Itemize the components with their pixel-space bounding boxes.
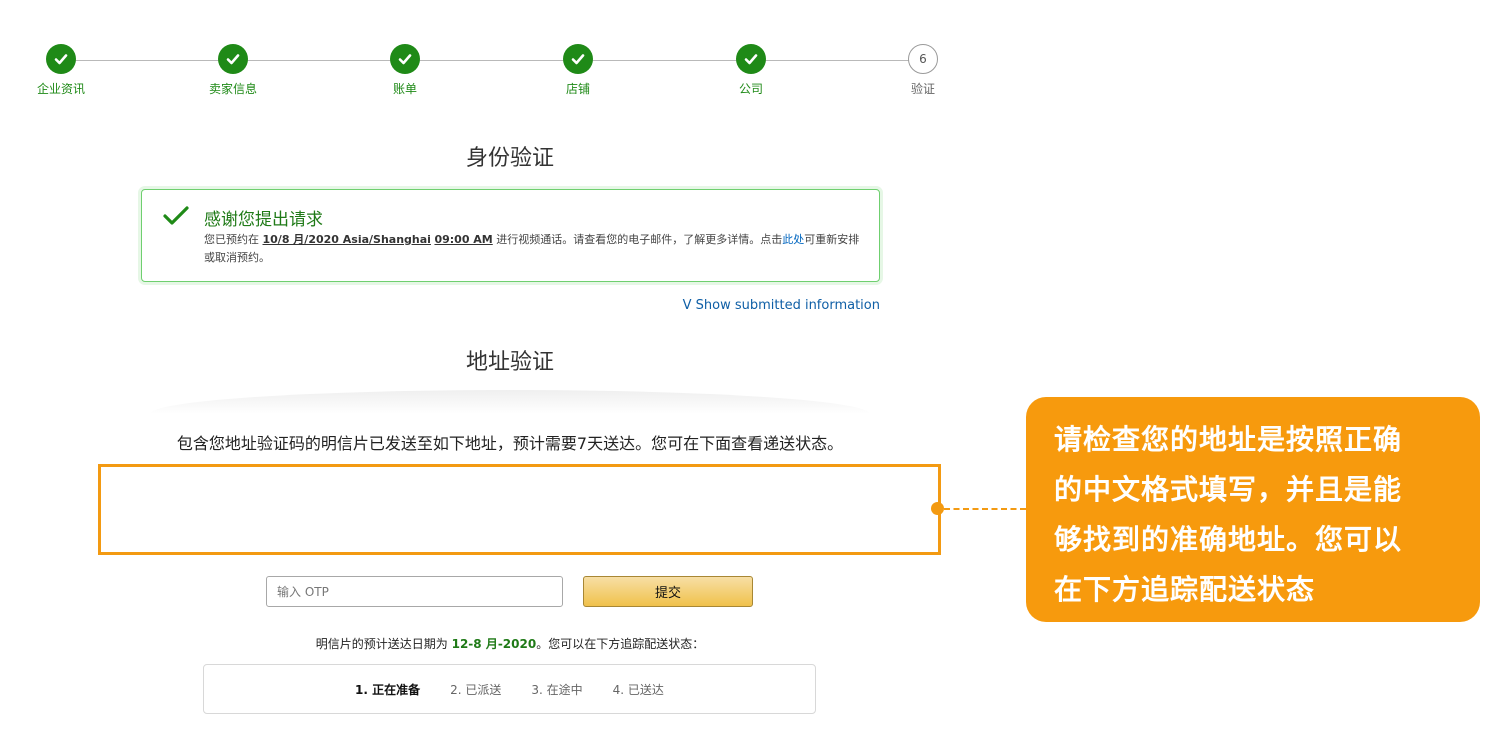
delivery-text: 。您可以在下方追踪配送状态： <box>536 637 705 651</box>
success-title: 感谢您提出请求 <box>204 210 323 230</box>
step-label: 账单 <box>392 82 417 96</box>
section-divider <box>150 390 870 414</box>
step-label: 公司 <box>738 82 763 96</box>
delivery-text: 明信片的预计送达日期为 <box>315 637 452 651</box>
tracking-step-dispatched: 2. 已派送 <box>450 682 502 697</box>
step-label: 验证 <box>910 82 935 96</box>
connector-line <box>944 508 1026 510</box>
callout-line: 在下方追踪配送状态 <box>1054 573 1316 606</box>
address-title: 地址验证 <box>465 350 554 375</box>
step-label: 企业资讯 <box>36 82 85 96</box>
callout-line: 请检查您的地址是按照正确 <box>1054 423 1403 456</box>
delivery-date: 12-8 月-2020 <box>451 637 537 651</box>
callout-line: 的中文格式填写，并且是能 <box>1054 473 1403 506</box>
step-5: 公司 <box>706 44 796 97</box>
step-4: 店铺 <box>533 44 623 97</box>
success-message: 您已预约在 10/8 月/2020 Asia/Shanghai 09:00 AM… <box>204 231 864 267</box>
tracking-step-delivered: 4. 已送达 <box>612 682 664 697</box>
step-3: 账单 <box>360 44 450 97</box>
tracking-status: 1. 正在准备 2. 已派送 3. 在途中 4. 已送达 <box>203 664 816 714</box>
check-icon <box>736 44 766 74</box>
check-icon <box>563 44 593 74</box>
check-icon <box>162 204 190 232</box>
otp-input[interactable] <box>266 576 563 607</box>
show-submitted-info-link[interactable]: V Show submitted information <box>683 298 880 313</box>
callout-annotation: 请检查您的地址是按照正确 的中文格式填写，并且是能 够找到的准确地址。您可以 在… <box>1026 397 1480 622</box>
check-icon <box>46 44 76 74</box>
step-label: 卖家信息 <box>208 82 257 96</box>
step-number: 6 <box>908 44 938 74</box>
step-2: 卖家信息 <box>188 44 278 97</box>
reschedule-link[interactable]: 此处 <box>782 233 804 246</box>
appointment-time: 09:00 AM <box>434 233 493 246</box>
callout-line: 够找到的准确地址。您可以 <box>1054 523 1403 556</box>
progress-stepper: 企业资讯 卖家信息 账单 店铺 公司 6 验证 <box>0 0 1502 110</box>
postcard-info: 包含您地址验证码的明信片已发送至如下地址，预计需要7天送达。您可在下面查看递送状… <box>176 434 844 453</box>
tracking-step-preparing: 1. 正在准备 <box>355 682 421 697</box>
connector-dot <box>931 502 944 515</box>
step-label: 店铺 <box>565 82 590 96</box>
tracking-step-in-transit: 3. 在途中 <box>531 682 583 697</box>
message-text: 进行视频通话。请查看您的电子邮件，了解更多详情。点击 <box>492 233 783 246</box>
appointment-date: 10/8 月/2020 Asia/Shanghai <box>262 233 431 246</box>
step-6: 6 验证 <box>878 44 968 97</box>
identity-title: 身份验证 <box>465 146 554 171</box>
check-icon <box>218 44 248 74</box>
message-text: 您已预约在 <box>204 233 263 246</box>
step-1: 企业资讯 <box>16 44 106 97</box>
check-icon <box>390 44 420 74</box>
submit-button[interactable]: 提交 <box>583 576 753 607</box>
delivery-estimate: 明信片的预计送达日期为 12-8 月-2020。您可以在下方追踪配送状态： <box>140 635 880 652</box>
success-alert: 感谢您提出请求 您已预约在 10/8 月/2020 Asia/Shanghai … <box>141 189 880 282</box>
address-box <box>98 464 941 555</box>
